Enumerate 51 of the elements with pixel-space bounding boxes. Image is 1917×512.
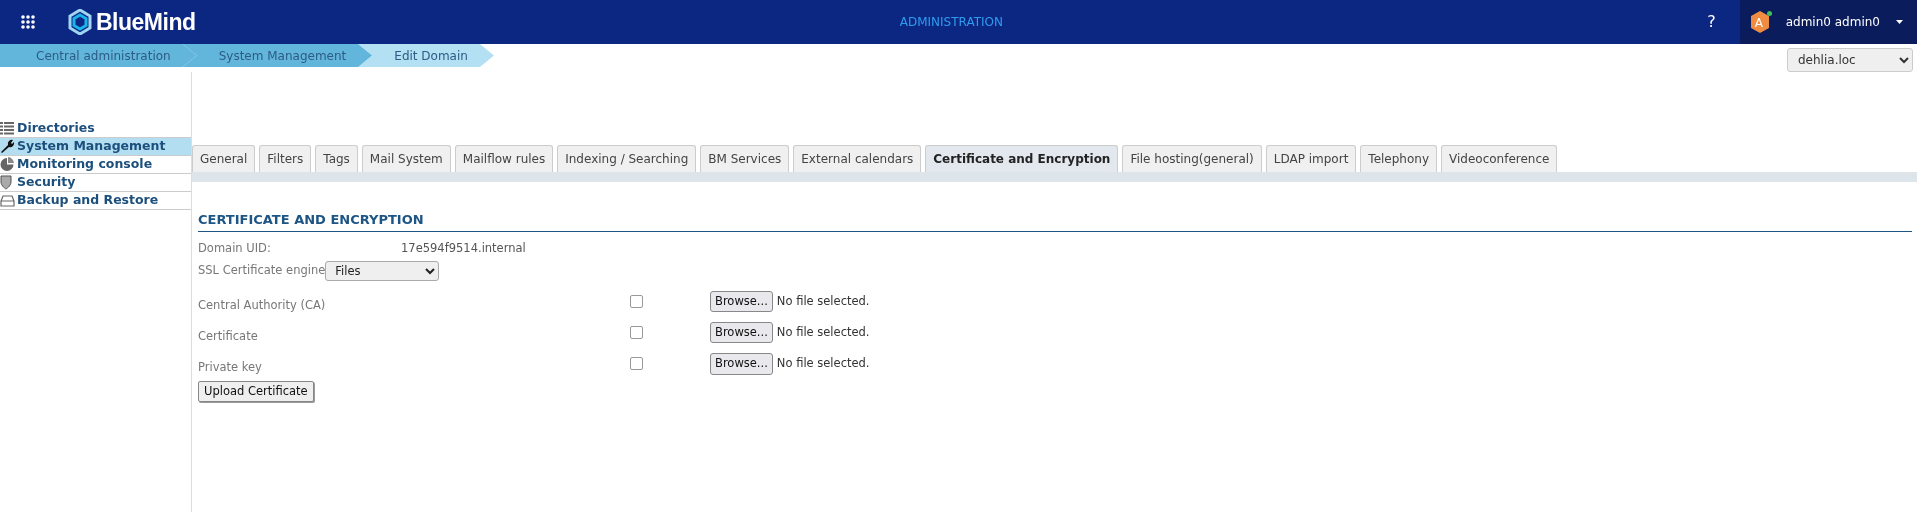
tab[interactable]: Indexing / Searching: [557, 145, 697, 172]
tab[interactable]: Filters: [259, 145, 312, 172]
tab[interactable]: General: [192, 145, 256, 172]
wrench-icon: [0, 139, 15, 154]
file-status: No file selected.: [776, 355, 870, 373]
file-status: No file selected.: [776, 324, 870, 341]
field-label: Central Authority (CA): [198, 296, 327, 314]
browse-button[interactable]: Browse...: [710, 290, 773, 312]
sidebar-item[interactable]: Monitoring console: [0, 156, 191, 174]
brand-name: BlueMind: [96, 7, 196, 37]
breadcrumb-item[interactable]: Edit Domain: [358, 44, 494, 67]
field-value: 17e594f9514.internal: [401, 239, 526, 257]
tab[interactable]: Videoconference: [1441, 145, 1558, 172]
checkbox[interactable]: [630, 326, 643, 340]
drive-icon: [0, 193, 15, 208]
upload-button[interactable]: Upload Certificate: [198, 380, 314, 402]
sidebar-item[interactable]: System Management: [0, 138, 191, 156]
avatar-initial: A: [1754, 15, 1763, 32]
sidebar-item[interactable]: Security: [0, 174, 191, 192]
browse-button[interactable]: Browse...: [710, 353, 773, 375]
tab[interactable]: BM Services: [700, 145, 790, 172]
file-status: No file selected.: [776, 292, 870, 310]
sidebar-item[interactable]: Backup and Restore: [0, 192, 191, 210]
apps-menu-icon[interactable]: [21, 15, 35, 29]
engine-select[interactable]: Files: [325, 260, 440, 281]
help-button[interactable]: ?: [1707, 10, 1716, 34]
tab[interactable]: Tags: [315, 145, 358, 172]
tab[interactable]: LDAP import: [1265, 145, 1357, 172]
field-label: Domain UID:: [198, 239, 272, 257]
tab[interactable]: Certificate and Encryption: [925, 145, 1119, 172]
avatar[interactable]: [1749, 11, 1770, 33]
browse-button[interactable]: Browse...: [710, 322, 773, 344]
tab[interactable]: External calendars: [793, 145, 922, 172]
section-title: CERTIFICATE AND ENCRYPTION: [198, 210, 1912, 232]
user-name[interactable]: admin0 admin0: [1785, 13, 1880, 31]
tab[interactable]: Telephony: [1360, 145, 1438, 172]
shield-icon: [0, 175, 15, 190]
page-title: ADMINISTRATION: [899, 15, 1003, 29]
caret-icon[interactable]: [1896, 20, 1903, 24]
tab[interactable]: Mail System: [361, 145, 451, 172]
tab[interactable]: Mailflow rules: [454, 145, 554, 172]
list-icon: [0, 121, 15, 136]
pie-chart-icon: [0, 157, 15, 172]
field-label: SSL Certificate engine: [198, 262, 326, 280]
checkbox[interactable]: [630, 357, 643, 371]
field-label: Certificate: [198, 328, 259, 345]
logo-icon: [68, 9, 92, 35]
domain-select[interactable]: dehlia.loc: [1787, 48, 1913, 72]
checkbox[interactable]: [630, 294, 643, 308]
tab[interactable]: File hosting(general): [1122, 145, 1262, 172]
field-label: Private key: [198, 359, 263, 377]
